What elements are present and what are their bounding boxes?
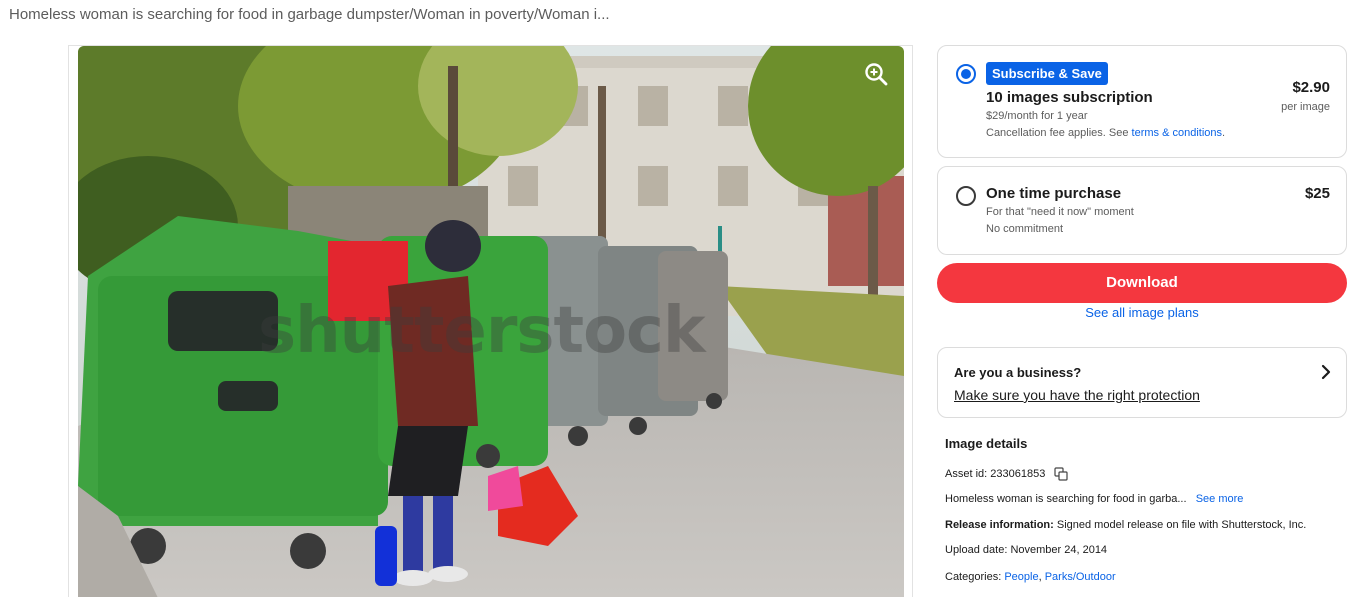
- one-time-plan-name: One time purchase: [986, 185, 1122, 202]
- subscription-option[interactable]: Subscribe & Save 10 images subscription …: [937, 45, 1347, 158]
- upload-date-row: Upload date: November 24, 2014: [945, 544, 1108, 556]
- see-all-plans-link[interactable]: See all image plans: [937, 305, 1347, 320]
- cancellation-note: Cancellation fee applies. See terms & co…: [986, 127, 1226, 139]
- page-title: Homeless woman is searching for food in …: [9, 6, 610, 23]
- stock-photo[interactable]: shutterstock: [78, 46, 904, 597]
- business-question: Are you a business?: [954, 365, 1082, 380]
- image-details: Image details Asset id: 233061853 Homele…: [945, 436, 1345, 583]
- subscription-plan-name: 10 images subscription: [986, 89, 1153, 106]
- upload-date: November 24, 2014: [1010, 544, 1108, 556]
- image-frame: shutterstock: [68, 45, 913, 597]
- one-time-desc: For that "need it now" moment: [986, 206, 1134, 218]
- copy-icon[interactable]: [1054, 467, 1068, 481]
- per-image-label: per image: [1281, 101, 1330, 113]
- image-details-heading: Image details: [945, 436, 1028, 451]
- categories-row: Categories: People, Parks/Outdoor: [945, 571, 1116, 583]
- one-time-note: No commitment: [986, 223, 1064, 235]
- asset-id: 233061853: [990, 467, 1046, 480]
- subscription-term: $29/month for 1 year: [986, 110, 1088, 122]
- see-more-link[interactable]: See more: [1196, 493, 1244, 505]
- release-info-row: Release information: Signed model releas…: [945, 519, 1307, 531]
- one-time-price: $25: [1304, 185, 1330, 202]
- subscription-price: $2.90: [1292, 79, 1330, 96]
- one-time-radio[interactable]: [956, 186, 976, 206]
- subscription-radio[interactable]: [956, 64, 976, 84]
- image-description: Homeless woman is searching for food in …: [945, 493, 1187, 505]
- asset-id-row: Asset id: 233061853: [945, 467, 1068, 481]
- chevron-right-icon[interactable]: [1318, 364, 1334, 380]
- subscribe-save-badge: Subscribe & Save: [986, 62, 1108, 85]
- business-card[interactable]: Are you a business? Make sure you have t…: [937, 347, 1347, 418]
- zoom-in-icon[interactable]: [862, 60, 890, 88]
- description-row: Homeless woman is searching for food in …: [945, 493, 1243, 505]
- category-link-people[interactable]: People: [1004, 571, 1038, 583]
- one-time-option[interactable]: One time purchase For that "need it now"…: [937, 166, 1347, 255]
- watermark: shutterstock: [258, 294, 706, 368]
- terms-link[interactable]: terms & conditions: [1132, 127, 1222, 139]
- download-button[interactable]: Download: [937, 263, 1347, 303]
- category-link-parks-outdoor[interactable]: Parks/Outdoor: [1045, 571, 1116, 583]
- business-protection-link[interactable]: Make sure you have the right protection: [954, 387, 1200, 403]
